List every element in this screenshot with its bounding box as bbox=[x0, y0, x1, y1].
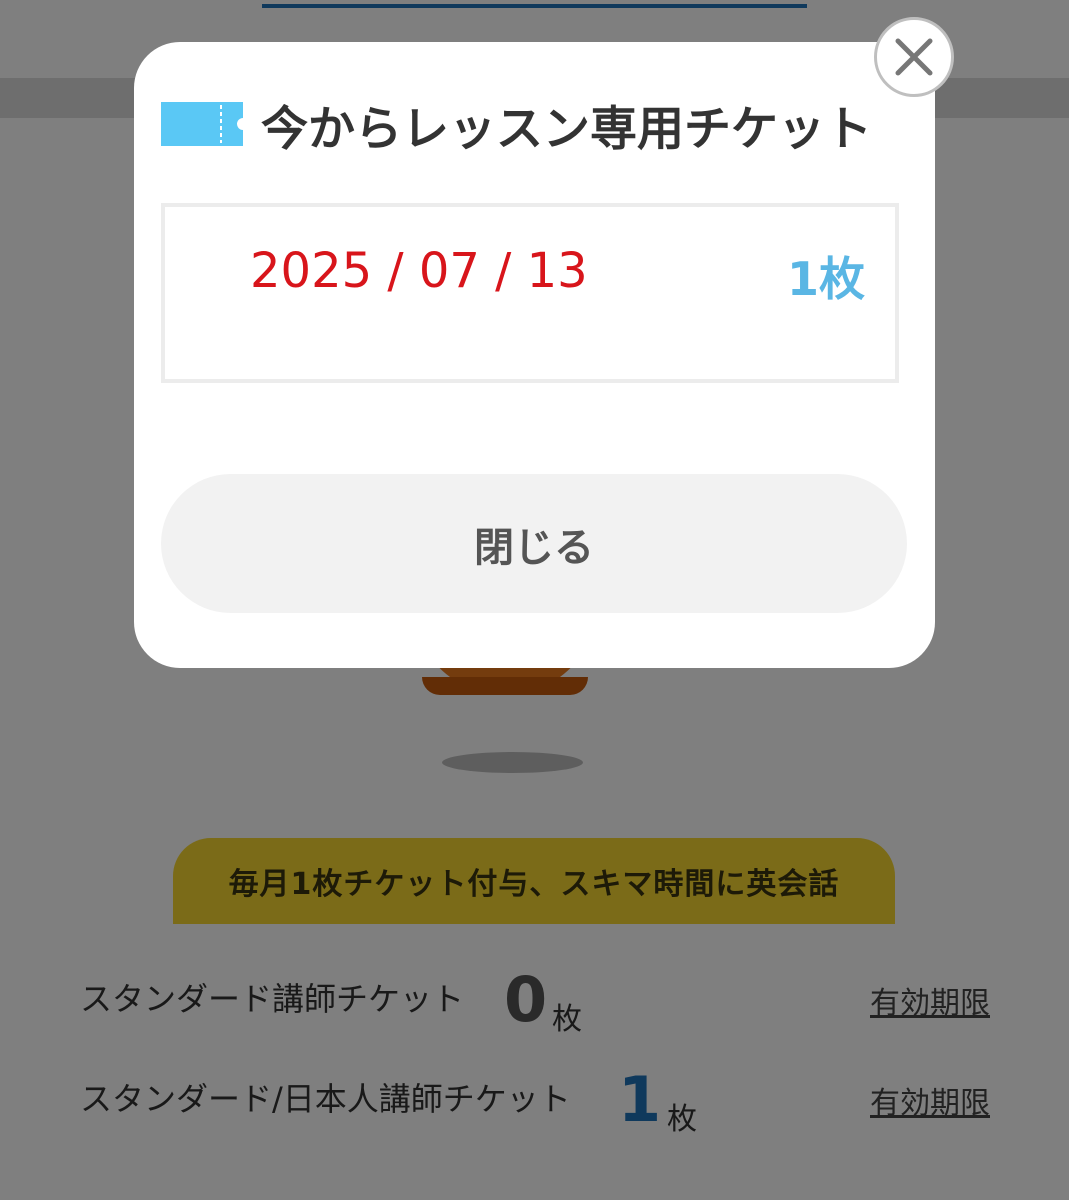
close-icon bbox=[895, 38, 933, 76]
close-button[interactable]: 閉じる bbox=[161, 474, 907, 613]
ticket-date: 2025 / 07 / 13 bbox=[250, 243, 588, 299]
ticket-modal: 今からレッスン専用チケット 2025 / 07 / 13 1枚 閉じる bbox=[134, 42, 935, 668]
modal-close-button[interactable] bbox=[874, 17, 954, 97]
ticket-entry: 2025 / 07 / 13 1枚 bbox=[161, 203, 899, 383]
modal-header: 今からレッスン専用チケット bbox=[161, 94, 872, 157]
ticket-icon bbox=[161, 102, 243, 146]
ticket-quantity: 1枚 bbox=[786, 252, 865, 306]
modal-title: 今からレッスン専用チケット bbox=[261, 101, 872, 157]
page: 毎月1枚チケット付与、スキマ時間に英会話 スタンダード講師チケット 0 枚 有効… bbox=[0, 0, 1069, 1200]
